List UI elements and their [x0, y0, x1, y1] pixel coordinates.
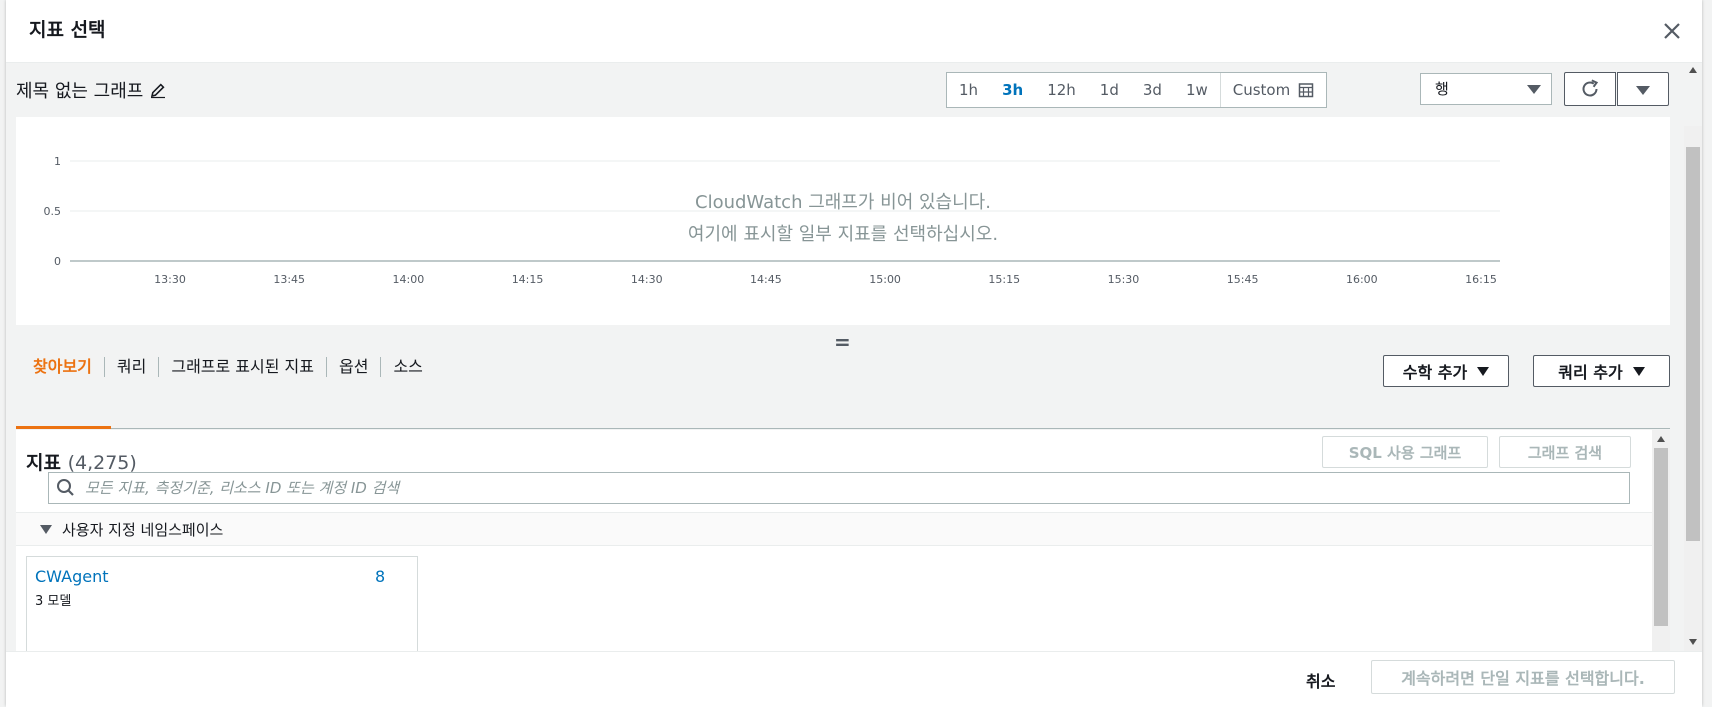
x-tick-label: 13:45	[273, 273, 305, 286]
x-tick-label: 14:00	[393, 273, 425, 286]
metrics-heading: 지표 (4,275)	[26, 448, 137, 475]
y-tick-label: 1	[54, 155, 61, 168]
close-icon[interactable]	[1658, 17, 1686, 45]
outer-scrollbar-thumb[interactable]	[1686, 147, 1700, 541]
pencil-icon[interactable]	[149, 81, 167, 99]
graph-search-button[interactable]: 그래프 검색	[1499, 436, 1631, 468]
tab-divider	[16, 428, 1670, 429]
caret-down-icon	[1636, 86, 1650, 95]
x-tick-label: 13:30	[154, 273, 186, 286]
tab-3[interactable]: 옵션	[327, 357, 382, 377]
time-range-3d[interactable]: 3d	[1131, 73, 1174, 107]
add-math-label: 수학 추가	[1402, 363, 1468, 382]
x-tick-label: 15:45	[1227, 273, 1259, 286]
active-tab-indicator	[16, 426, 111, 429]
modal-footer: 취소 계속하려면 단일 지표를 선택합니다.	[6, 651, 1702, 707]
view-type-select[interactable]: 행	[1420, 73, 1552, 105]
namespace-card[interactable]: CWAgent 8 3 모델	[26, 556, 418, 651]
metrics-count: (4,275)	[67, 452, 137, 474]
graph-title[interactable]: 제목 없는 그래프	[16, 77, 167, 103]
caret-down-icon	[1477, 366, 1490, 376]
scroll-up-icon[interactable]	[1689, 67, 1697, 73]
confirm-button[interactable]: 계속하려면 단일 지표를 선택합니다.	[1371, 660, 1675, 694]
time-range-3h[interactable]: 3h	[990, 73, 1035, 107]
scroll-up-icon[interactable]	[1657, 436, 1665, 442]
scroll-down-icon[interactable]	[1689, 639, 1697, 645]
metrics-search-box	[48, 472, 1630, 504]
chart-empty-line1: CloudWatch 그래프가 비어 있습니다.	[695, 192, 991, 213]
search-icon	[57, 479, 74, 496]
tab-0[interactable]: 찾아보기	[16, 357, 105, 377]
tab-bar: 찾아보기 쿼리 그래프로 표시된 지표 옵션 소스	[16, 343, 435, 391]
inner-scrollbar-thumb[interactable]	[1654, 448, 1668, 626]
modal-title: 지표 선택	[29, 19, 106, 41]
x-tick-label: 15:30	[1108, 273, 1140, 286]
refresh-options-dropdown[interactable]	[1617, 72, 1669, 106]
time-range-1d[interactable]: 1d	[1088, 73, 1131, 107]
tab-1[interactable]: 쿼리	[105, 357, 160, 377]
modal-header: 지표 선택	[6, 0, 1702, 63]
triangle-down-icon	[40, 524, 52, 534]
metrics-search-input[interactable]	[83, 478, 1587, 498]
time-range-1w[interactable]: 1w	[1174, 73, 1220, 107]
metrics-heading-text: 지표	[26, 452, 61, 474]
namespace-count: 8	[375, 567, 386, 586]
time-range-12h[interactable]: 12h	[1035, 73, 1088, 107]
resize-handle[interactable]: =	[834, 330, 851, 354]
x-tick-label: 14:15	[512, 273, 544, 286]
custom-namespace-section-toggle[interactable]: 사용자 지정 네임스페이스	[16, 512, 1653, 546]
add-query-label: 쿼리 추가	[1558, 363, 1623, 382]
sql-graph-button[interactable]: SQL 사용 그래프	[1322, 436, 1488, 468]
x-tick-label: 16:00	[1346, 273, 1378, 286]
chart-empty-message: CloudWatch 그래프가 비어 있습니다. 여기에 표시할 일부 지표를 …	[16, 187, 1670, 251]
modal-body: 제목 없는 그래프 1h 3h 12h 1d 3d 1w Custom 행 1 0.5 0 13:…	[6, 63, 1702, 651]
time-range-custom[interactable]: Custom	[1219, 73, 1326, 107]
time-range-selector: 1h 3h 12h 1d 3d 1w Custom	[946, 72, 1328, 108]
chart-area: 1 0.5 0 13:30 13:45 14:00 14:15 14:30 14:45 15:00…	[16, 117, 1670, 325]
namespace-link[interactable]: CWAgent	[35, 567, 108, 586]
view-type-value: 행	[1435, 80, 1449, 98]
chart-empty-line2: 여기에 표시할 일부 지표를 선택하십시오.	[687, 224, 999, 245]
tab-2[interactable]: 그래프로 표시된 지표	[159, 357, 327, 377]
caret-down-icon	[1527, 85, 1541, 94]
x-tick-label: 16:15	[1465, 273, 1497, 286]
metrics-browser-panel: 지표 (4,275) SQL 사용 그래프 그래프 검색 사용자 지정 네임스페…	[16, 430, 1653, 651]
add-math-button[interactable]: 수학 추가	[1383, 355, 1509, 387]
x-tick-label: 15:15	[988, 273, 1020, 286]
graph-title-text: 제목 없는 그래프	[16, 81, 144, 102]
tab-4[interactable]: 소스	[381, 357, 434, 377]
namespace-subtitle: 3 모델	[35, 594, 72, 609]
refresh-icon	[1582, 79, 1599, 97]
metric-select-modal: 지표 선택 제목 없는 그래프 1h 3h 12h 1d 3d 1w Custom 행	[6, 0, 1702, 707]
time-range-1h[interactable]: 1h	[947, 73, 990, 107]
refresh-button[interactable]	[1564, 72, 1616, 106]
custom-label: Custom	[1232, 81, 1291, 99]
add-query-button[interactable]: 쿼리 추가	[1533, 355, 1670, 387]
x-tick-label: 14:30	[631, 273, 663, 286]
x-tick-label: 14:45	[750, 273, 782, 286]
y-tick-label: 0	[54, 255, 61, 268]
section-label: 사용자 지정 네임스페이스	[62, 520, 224, 539]
calendar-icon	[1298, 83, 1314, 98]
x-tick-label: 15:00	[869, 273, 901, 286]
caret-down-icon	[1632, 366, 1645, 376]
cancel-button[interactable]: 취소	[1306, 668, 1335, 692]
